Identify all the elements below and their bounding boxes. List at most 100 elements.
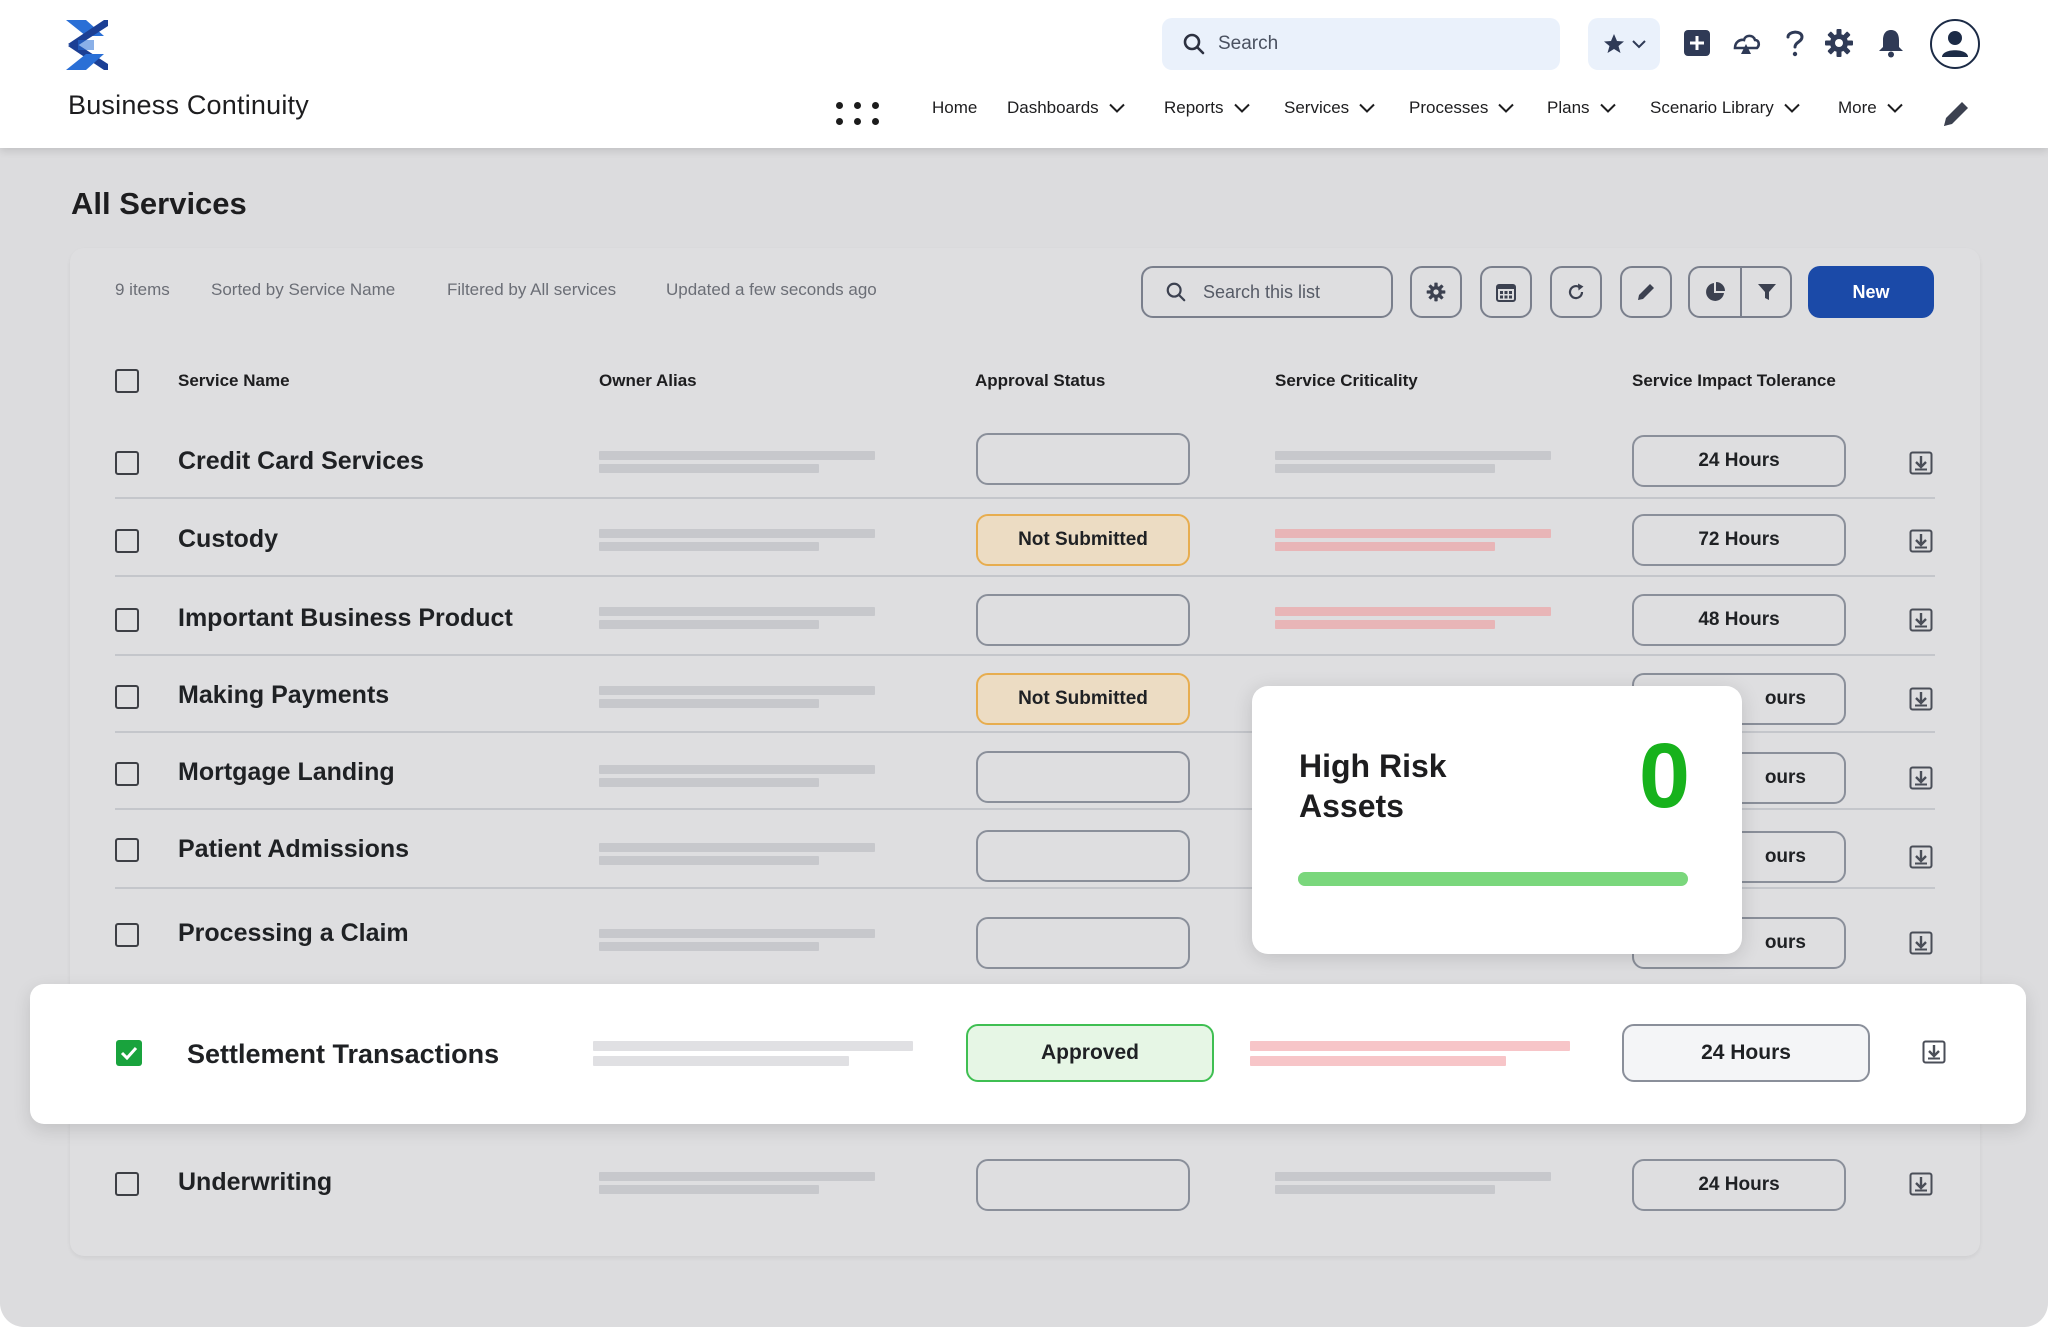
row-action-download-icon[interactable] [1909,931,1933,955]
row-action-download-icon[interactable] [1909,529,1933,553]
row-action-download-icon[interactable] [1909,608,1933,632]
nav-item-dashboards[interactable]: Dashboards [1007,98,1125,118]
calendar-icon [1496,284,1516,302]
criticality-placeholder [1275,529,1551,538]
service-name-link[interactable]: Underwriting [178,1146,332,1218]
nav-item-scenario-library[interactable]: Scenario Library [1650,98,1800,118]
list-settings-button[interactable] [1410,266,1462,318]
row-checkbox[interactable] [115,685,139,709]
row-checkbox[interactable] [115,1172,139,1196]
row-checkbox[interactable] [115,529,139,553]
service-name-link[interactable]: Making Payments [178,657,389,733]
criticality-placeholder [1250,1056,1506,1066]
service-name-link[interactable]: Patient Admissions [178,813,409,885]
row-action-download-icon[interactable] [1909,845,1933,869]
user-icon [1942,31,1968,57]
app-logo-icon[interactable] [64,18,110,72]
table-row[interactable]: Credit Card Services 24 Hours [115,423,1935,499]
nav-item-more[interactable]: More [1838,98,1903,118]
gear-icon[interactable] [1822,26,1856,60]
help-icon[interactable] [1778,26,1812,60]
impact-tolerance-badge: 24 Hours [1632,435,1846,487]
criticality-placeholder [1275,1172,1551,1181]
nav-item-services[interactable]: Services [1284,98,1375,118]
approval-status-badge [976,830,1190,882]
new-button[interactable]: New [1808,266,1934,318]
sort-info: Sorted by Service Name [211,280,396,299]
row-checkbox-checked[interactable] [116,1040,142,1066]
global-search-input[interactable]: Search [1162,18,1560,70]
nav-item-plans[interactable]: Plans [1547,98,1616,118]
owner-placeholder [599,1185,819,1194]
owner-placeholder [599,451,875,460]
nav-label: More [1838,98,1877,117]
favorites-button[interactable] [1588,18,1660,70]
high-risk-progress-fill [1298,872,1688,886]
inline-edit-button[interactable] [1620,266,1672,318]
owner-placeholder [599,529,875,538]
approval-status-badge [976,433,1190,485]
high-risk-assets-card: High Risk Assets 0 [1252,686,1742,954]
filter-button[interactable] [1742,268,1792,316]
app-name: Business Continuity [68,90,309,120]
owner-placeholder [599,1172,875,1181]
criticality-placeholder [1275,620,1495,629]
row-action-download-icon[interactable] [1909,766,1933,790]
app-launcher-icon[interactable] [834,100,882,128]
row-checkbox[interactable] [115,923,139,947]
chart-button[interactable] [1690,268,1740,316]
chevron-down-icon [1359,103,1375,113]
column-header-service-name[interactable]: Service Name [178,371,290,391]
search-icon [1166,282,1186,302]
row-action-download-icon[interactable] [1909,687,1933,711]
chevron-down-icon [1498,103,1515,113]
nav-item-reports[interactable]: Reports [1164,98,1250,118]
approval-status-badge: Approved [966,1024,1214,1082]
trailhead-icon[interactable] [1729,26,1763,60]
select-all-checkbox[interactable] [115,369,139,393]
approval-status-badge: Not Submitted [976,673,1190,725]
row-checkbox[interactable] [115,451,139,475]
service-name-link[interactable]: Processing a Claim [178,897,409,969]
nav-item-home[interactable]: Home [932,98,977,118]
column-header-approval-status[interactable]: Approval Status [975,371,1105,391]
star-icon [1604,34,1624,53]
row-checkbox[interactable] [115,838,139,862]
approval-status-badge: Not Submitted [976,514,1190,566]
table-row[interactable]: Custody Not Submitted 72 Hours [115,501,1935,577]
table-row[interactable]: Underwriting 24 Hours [115,1146,1935,1222]
column-header-service-criticality[interactable]: Service Criticality [1275,371,1418,391]
row-action-download-icon[interactable] [1909,1172,1933,1196]
criticality-placeholder [1275,607,1551,616]
column-header-impact-tolerance[interactable]: Service Impact Tolerance [1632,371,1836,391]
edit-nav-pencil-icon[interactable] [1940,98,1972,130]
row-action-download-icon[interactable] [1922,1040,1946,1064]
table-row[interactable]: Important Business Product 48 Hours [115,580,1935,656]
refresh-button[interactable] [1550,266,1602,318]
approval-status-badge [976,594,1190,646]
table-row-selected[interactable]: Settlement Transactions Approved 24 Hour… [30,984,2026,1124]
add-icon[interactable] [1680,26,1714,60]
impact-tolerance-badge: 48 Hours [1632,594,1846,646]
service-name-link[interactable]: Important Business Product [178,580,513,656]
search-placeholder: Search [1218,33,1279,54]
row-checkbox[interactable] [115,608,139,632]
row-action-download-icon[interactable] [1909,451,1933,475]
column-header-owner-alias[interactable]: Owner Alias [599,371,697,391]
owner-placeholder [593,1041,913,1051]
service-name-link[interactable]: Settlement Transactions [187,984,499,1124]
service-name-link[interactable]: Mortgage Landing [178,734,395,810]
search-icon [1183,33,1205,55]
nav-item-processes[interactable]: Processes [1409,98,1515,118]
notification-bell-icon[interactable] [1874,26,1908,60]
chevron-down-icon [1632,40,1646,49]
nav-label: Services [1284,98,1350,117]
row-checkbox[interactable] [115,762,139,786]
criticality-placeholder [1250,1041,1570,1051]
calendar-view-button[interactable] [1480,266,1532,318]
impact-tolerance-badge: 24 Hours [1632,1159,1846,1211]
user-avatar[interactable] [1930,19,1980,69]
service-name-link[interactable]: Credit Card Services [178,423,424,499]
service-name-link[interactable]: Custody [178,501,278,577]
list-search-input[interactable]: Search this list [1141,266,1393,318]
